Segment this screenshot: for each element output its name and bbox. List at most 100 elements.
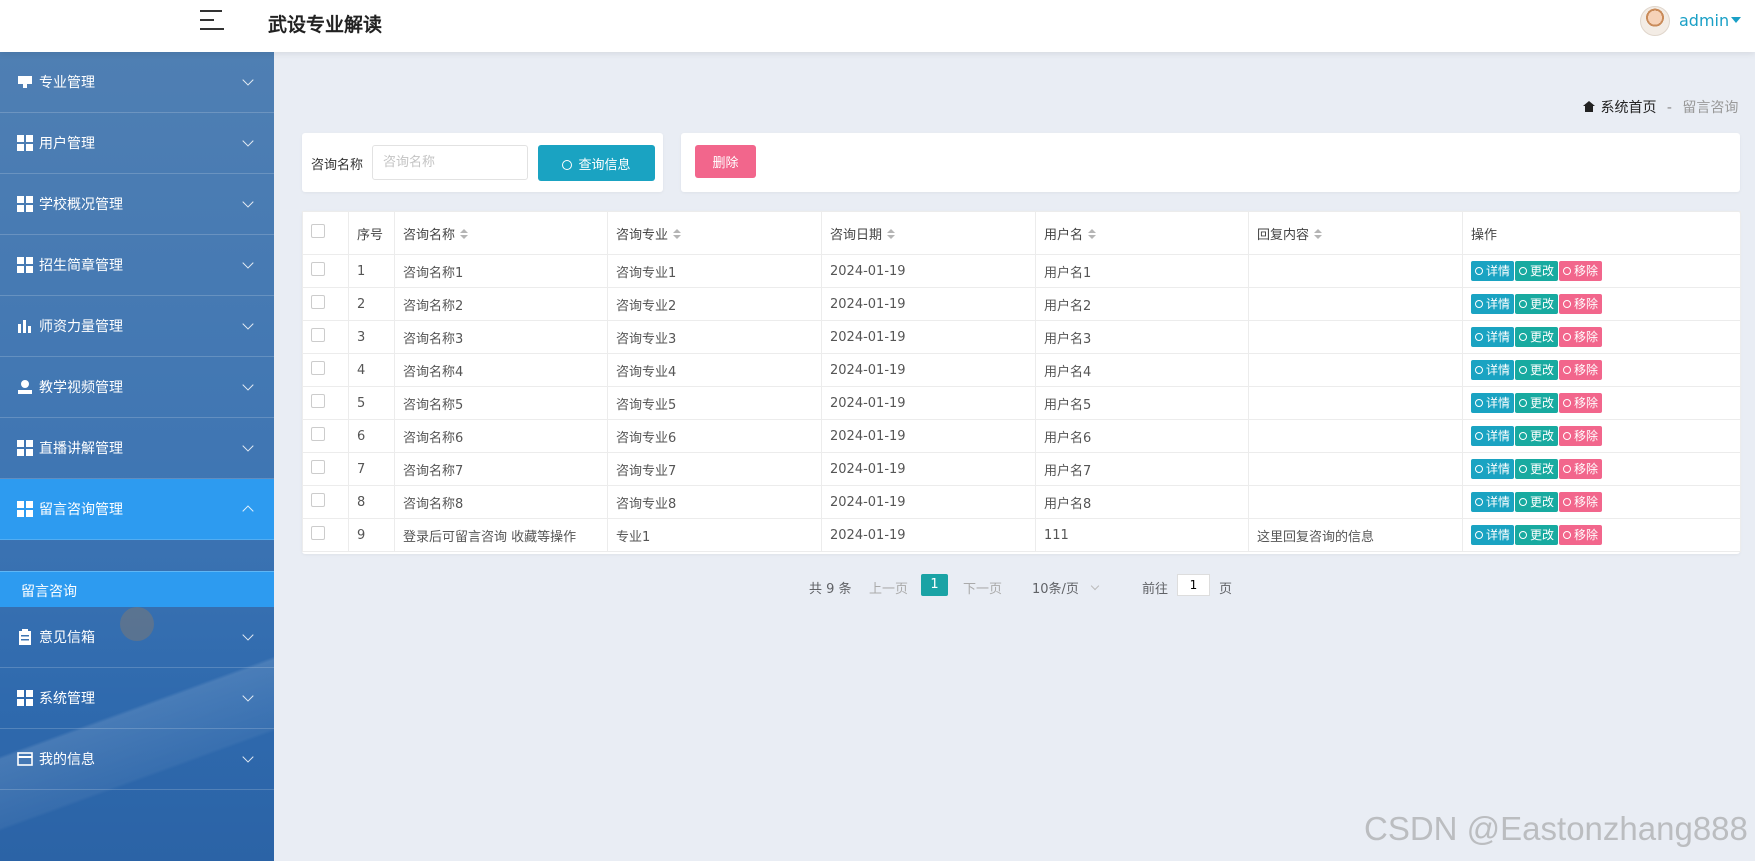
search-button[interactable]: 查询信息 (538, 145, 655, 181)
sidebar-item-faculty[interactable]: 师资力量管理 (0, 296, 274, 357)
page-size-select[interactable]: 10条/页 (1032, 578, 1079, 597)
sidebar-item-videos[interactable]: 教学视频管理 (0, 357, 274, 418)
row-checkbox[interactable] (311, 427, 325, 441)
remove-button[interactable]: 移除 (1559, 261, 1603, 281)
cell-date: 2024-01-19 (821, 485, 1036, 519)
cell-reply (1248, 419, 1463, 453)
column-header[interactable]: 咨询日期 (821, 211, 1036, 255)
search-panel: 咨询名称 查询信息 (302, 133, 663, 192)
detail-button[interactable]: 详情 (1471, 360, 1515, 380)
column-header[interactable]: 咨询名称 (394, 211, 608, 255)
detail-button[interactable]: 详情 (1471, 327, 1515, 347)
sidebar-item-admissions[interactable]: 招生简章管理 (0, 235, 274, 296)
select-all-checkbox[interactable] (311, 224, 325, 238)
sidebar-item-profile[interactable]: 我的信息 (0, 729, 274, 790)
remove-button[interactable]: 移除 (1559, 525, 1603, 545)
consult-table: 序号 咨询名称 咨询专业 咨询日期 用户名 回复内容 操作 1 咨询名称1 咨询专业… (302, 211, 1741, 554)
column-header: 操作 (1462, 211, 1741, 255)
row-checkbox[interactable] (311, 328, 325, 342)
chevron-down-icon (242, 196, 254, 208)
remove-button[interactable]: 移除 (1559, 426, 1603, 446)
remove-button[interactable]: 移除 (1559, 360, 1603, 380)
caret-down-icon[interactable] (1731, 17, 1741, 23)
edit-button[interactable]: 更改 (1515, 327, 1559, 347)
sort-icon[interactable] (887, 228, 896, 241)
edit-button[interactable]: 更改 (1515, 393, 1559, 413)
sort-icon[interactable] (673, 228, 682, 241)
chevron-down-icon (242, 74, 254, 86)
cell-name: 咨询名称2 (394, 287, 608, 321)
edit-button[interactable]: 更改 (1515, 426, 1559, 446)
detail-button[interactable]: 详情 (1471, 261, 1515, 281)
user-menu[interactable]: admin (1679, 11, 1729, 30)
column-header[interactable]: 用户名 (1035, 211, 1249, 255)
column-header: 序号 (348, 211, 395, 255)
row-checkbox[interactable] (311, 493, 325, 507)
avatar[interactable] (1640, 6, 1670, 36)
cell-major: 咨询专业3 (607, 320, 822, 354)
row-checkbox[interactable] (311, 262, 325, 276)
chevron-down-icon[interactable] (1090, 581, 1100, 591)
sidebar-subitem-consult[interactable]: 留言咨询 (0, 571, 274, 607)
edit-icon (1519, 399, 1528, 407)
remove-button[interactable]: 移除 (1559, 393, 1603, 413)
edit-button[interactable]: 更改 (1515, 459, 1559, 479)
cell-ops: 详情 更改 移除 (1462, 254, 1741, 288)
row-checkbox[interactable] (311, 526, 325, 540)
delete-button[interactable]: 删除 (695, 145, 756, 178)
remove-button[interactable]: 移除 (1559, 492, 1603, 512)
column-header[interactable]: 回复内容 (1248, 211, 1463, 255)
row-checkbox[interactable] (311, 361, 325, 375)
detail-button[interactable]: 详情 (1471, 525, 1515, 545)
next-page-button[interactable]: 下一页 (963, 578, 1002, 597)
cell-date: 2024-01-19 (821, 452, 1036, 486)
goto-page-input[interactable] (1177, 574, 1210, 596)
detail-button[interactable]: 详情 (1471, 294, 1515, 314)
table-row: 7 咨询名称7 咨询专业7 2024-01-19 用户名7 详情 更改 移除 (302, 452, 1741, 486)
prev-page-button[interactable]: 上一页 (869, 578, 908, 597)
sidebar-item-live[interactable]: 直播讲解管理 (0, 418, 274, 479)
menu-toggle-icon[interactable] (200, 10, 224, 32)
cell-reply (1248, 386, 1463, 420)
sidebar-item-system[interactable]: 系统管理 (0, 668, 274, 729)
sort-icon[interactable] (1088, 228, 1097, 241)
edit-icon (1519, 432, 1528, 440)
cell-date: 2024-01-19 (821, 320, 1036, 354)
sidebar-item-major[interactable]: 专业管理 (0, 52, 274, 113)
search-input[interactable] (372, 145, 528, 180)
cell-no: 6 (348, 419, 395, 453)
cell-major: 咨询专业6 (607, 419, 822, 453)
pagination-total: 共 9 条 (809, 582, 852, 597)
page-number-current[interactable]: 1 (921, 574, 948, 596)
detail-button[interactable]: 详情 (1471, 459, 1515, 479)
edit-button[interactable]: 更改 (1515, 261, 1559, 281)
remove-button[interactable]: 移除 (1559, 327, 1603, 347)
edit-button[interactable]: 更改 (1515, 360, 1559, 380)
cell-date: 2024-01-19 (821, 518, 1036, 552)
detail-button[interactable]: 详情 (1471, 426, 1515, 446)
edit-button[interactable]: 更改 (1515, 294, 1559, 314)
chevron-down-icon (242, 257, 254, 269)
search-label: 咨询名称 (311, 158, 364, 173)
detail-button[interactable]: 详情 (1471, 492, 1515, 512)
edit-button[interactable]: 更改 (1515, 525, 1559, 545)
cell-user: 111 (1035, 518, 1249, 552)
sidebar-item-consult[interactable]: 留言咨询管理 (0, 479, 274, 540)
cell-date: 2024-01-19 (821, 386, 1036, 420)
row-checkbox[interactable] (311, 460, 325, 474)
cell-user: 用户名1 (1035, 254, 1249, 288)
cell-ops: 详情 更改 移除 (1462, 320, 1741, 354)
remove-button[interactable]: 移除 (1559, 294, 1603, 314)
detail-button[interactable]: 详情 (1471, 393, 1515, 413)
breadcrumb: 系统首页 - 留言咨询 (1583, 97, 1738, 117)
sidebar-item-school[interactable]: 学校概况管理 (0, 174, 274, 235)
sort-icon[interactable] (1314, 228, 1323, 241)
column-header[interactable]: 咨询专业 (607, 211, 822, 255)
breadcrumb-home[interactable]: 系统首页 (1600, 100, 1656, 116)
remove-button[interactable]: 移除 (1559, 459, 1603, 479)
row-checkbox[interactable] (311, 295, 325, 309)
sort-icon[interactable] (460, 228, 469, 241)
edit-button[interactable]: 更改 (1515, 492, 1559, 512)
sidebar-item-users[interactable]: 用户管理 (0, 113, 274, 174)
row-checkbox[interactable] (311, 394, 325, 408)
